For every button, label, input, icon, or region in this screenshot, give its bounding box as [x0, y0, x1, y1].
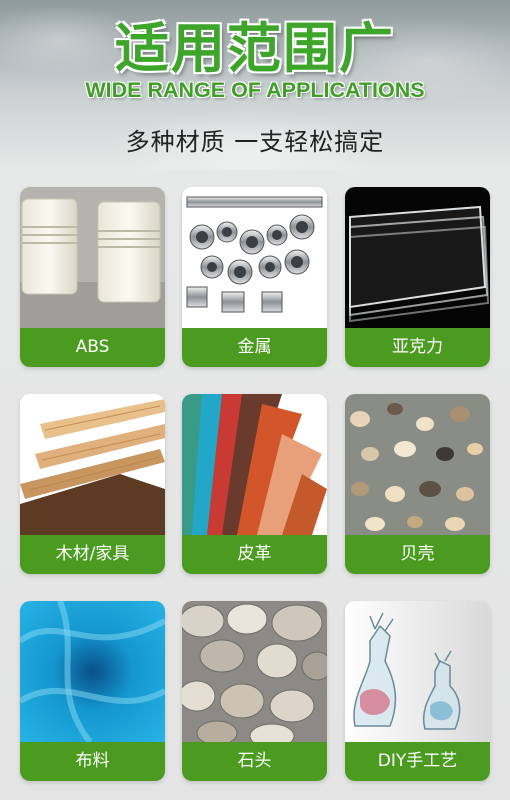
material-card-abs: ABS — [20, 187, 165, 367]
material-card-fabric: 布料 — [20, 601, 165, 781]
material-label: 皮革 — [182, 535, 327, 574]
stones-image — [182, 601, 327, 742]
material-card-wood: 木材/家具 — [20, 394, 165, 574]
material-card-stone: 石头 — [182, 601, 327, 781]
material-label: 石头 — [182, 742, 327, 781]
material-card-shell: 贝壳 — [345, 394, 490, 574]
leather-swatches-image — [182, 394, 327, 535]
material-label: 布料 — [20, 742, 165, 781]
wood-planks-image — [20, 394, 165, 535]
material-label: ABS — [20, 328, 165, 367]
glass-deer-image — [345, 601, 490, 742]
material-card-metal: 金属 — [182, 187, 327, 367]
material-card-leather: 皮革 — [182, 394, 327, 574]
material-label: DIY手工艺 — [345, 742, 490, 781]
material-label: 金属 — [182, 328, 327, 367]
material-card-diy: DIY手工艺 — [345, 601, 490, 781]
material-card-acrylic: 亚克力 — [345, 187, 490, 367]
material-label: 木材/家具 — [20, 535, 165, 574]
metal-tubes-image — [182, 187, 327, 328]
fabric-image — [20, 601, 165, 742]
material-label: 亚克力 — [345, 328, 490, 367]
acrylic-sheets-image — [345, 187, 490, 328]
abs-fittings-image — [20, 187, 165, 328]
material-label: 贝壳 — [345, 535, 490, 574]
materials-grid: ABS 金属 亚克力 木材/家具 皮革 贝壳 布料 石头 DIY手工艺 — [0, 0, 510, 800]
seashells-image — [345, 394, 490, 535]
